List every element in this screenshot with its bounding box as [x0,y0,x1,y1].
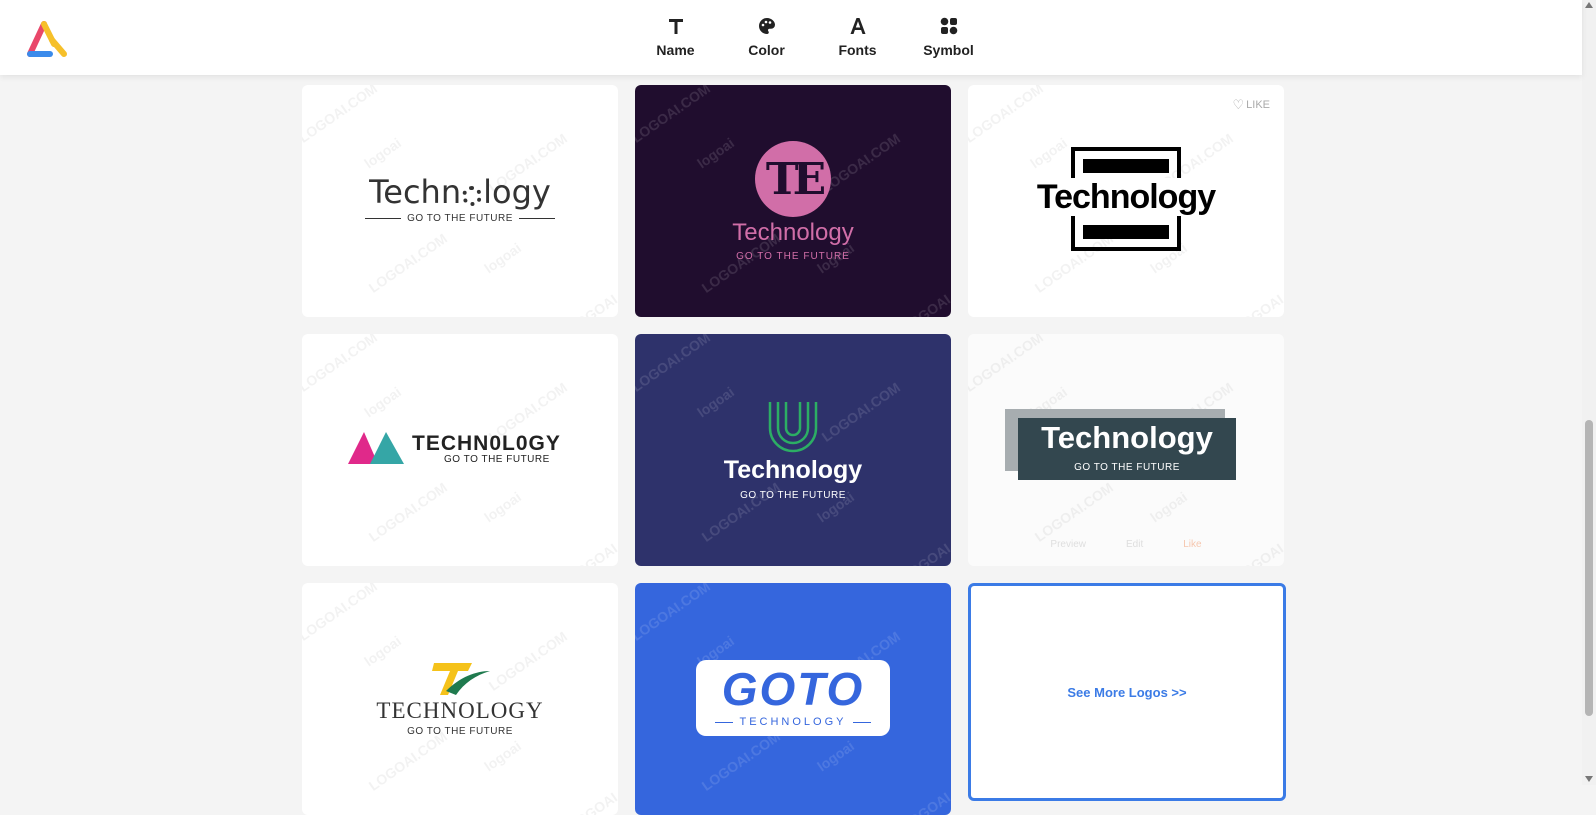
shapes-icon [940,12,958,40]
logo-card[interactable]: LOGOAI.COMlogoaiLOGOAI.COMLOGOAI.COMlogo… [302,583,618,815]
logo-tagline: GO TO THE FUTURE [407,726,513,737]
nav-fonts-label: Fonts [838,42,877,58]
logo-name: GOTO [721,663,865,715]
logo-tagline: GO TO THE FUTURE [740,490,846,501]
editor-nav: Name Color Fonts Symbol [630,12,994,58]
nav-name-label: Name [656,42,695,58]
app-logo[interactable] [24,18,70,60]
watermark-text: LOGOAI.COM [302,85,381,146]
page-scrollbar[interactable] [1582,0,1596,785]
logo-tagline: GO TO THE FUTURE [407,213,513,224]
nav-fonts[interactable]: Fonts [812,12,903,58]
card-actions: Preview Edit Like [968,539,1284,550]
watermark-text: logoai [361,134,405,172]
logo-card[interactable]: LOGOAI.COMlogoaiLOGOAI.COMLOGOAI.COMlogo… [635,583,951,815]
text-t-icon [667,12,685,40]
letter-a-icon [849,12,867,40]
logo-name: Technology [1034,178,1218,216]
monogram-circle: TE [755,141,831,217]
logo-tagline: GO TO THE FUTURE [736,251,850,262]
watermark-text: LOGOAI.COM [565,519,618,566]
see-more-label: See More Logos >> [1067,684,1187,700]
watermark-text: LOGOAI.COM [898,270,951,317]
logo-name: TECHN0L0GY [412,432,561,455]
watermark-text: LOGOAI.COM [635,334,714,395]
top-bar: Name Color Fonts Symbol [0,0,1582,75]
watermark-text: logoai [694,383,738,421]
scroll-up-arrow-icon[interactable] [1585,2,1593,8]
logo-name: Technology [723,456,863,484]
arch-lines-icon [768,402,818,453]
watermark-text: LOGOAI.COM [698,728,784,794]
gear-dots-icon [462,186,483,206]
palette-icon [758,12,776,40]
logo-card[interactable]: LOGOAI.COMlogoaiLOGOAI.COMLOGOAI.COMlogo… [635,85,951,317]
watermark-text: LOGOAI.COM [635,85,714,146]
watermark-text: LOGOAI.COM [818,379,904,445]
logo-card[interactable]: LOGOAI.COMlogoaiLOGOAI.COMLOGOAI.COMlogo… [968,85,1284,317]
watermark-text: LOGOAI.COM [635,583,714,644]
logo-name-end: logy [483,173,551,211]
watermark-text: LOGOAI.COM [818,130,904,196]
watermark-text: LOGOAI.COM [565,270,618,317]
watermark-text: LOGOAI.COM [968,85,1047,146]
watermark-text: LOGOAI.COM [565,768,618,815]
scroll-thumb[interactable] [1585,420,1593,716]
edit-button[interactable]: Edit [1126,539,1143,550]
preview-button[interactable]: Preview [1050,539,1086,550]
watermark-text: logoai [361,383,405,421]
like-label: LIKE [1246,99,1270,111]
watermark-text: logoai [361,632,405,670]
watermark-text: logoai [1147,488,1191,526]
watermark-text: LOGOAI.COM [485,628,571,694]
heart-icon: ♡ [1232,97,1245,112]
nav-symbol[interactable]: Symbol [903,12,994,58]
watermark-text: LOGOAI.COM [898,519,951,566]
see-more-logos-button[interactable]: See More Logos >> [968,583,1286,801]
watermark-text: logoai [814,737,858,775]
logo-badge: GOTO TECHNOLOGY [696,660,890,736]
watermark-text: logoai [481,737,525,775]
mountain-symbol-icon [348,432,404,464]
logo-card[interactable]: LOGOAI.COMlogoaiLOGOAI.COMLOGOAI.COMlogo… [302,334,618,566]
nav-color[interactable]: Color [721,12,812,58]
logo-card[interactable]: LOGOAI.COMlogoaiLOGOAI.COMLOGOAI.COMlogo… [635,334,951,566]
scroll-down-arrow-icon[interactable] [1585,776,1593,782]
nav-name[interactable]: Name [630,12,721,58]
watermark-text: LOGOAI.COM [1031,479,1117,545]
logo-name: TECHNOLOGY [376,698,544,723]
watermark-text: logoai [481,239,525,277]
nav-symbol-label: Symbol [923,42,974,58]
watermark-text: logoai [481,488,525,526]
logo-name: Technology [1041,420,1213,455]
watermark-text: LOGOAI.COM [698,479,784,545]
like-button[interactable]: Like [1183,539,1201,550]
watermark-text: LOGOAI.COM [968,334,1047,395]
watermark-text: logoai [1027,134,1071,172]
watermark-text: LOGOAI.COM [365,728,451,794]
watermark-text: LOGOAI.COM [302,583,381,644]
logo-card[interactable]: LOGOAI.COMlogoaiLOGOAI.COMLOGOAI.COMlogo… [968,334,1284,566]
like-button[interactable]: ♡ LIKE [1232,97,1270,113]
logo-monogram: TE [765,153,826,205]
logo-card[interactable]: LOGOAI.COMlogoaiLOGOAI.COMLOGOAI.COMlogo… [302,85,618,317]
logo-tagline: GO TO THE FUTURE [444,454,550,465]
watermark-text: logoai [694,134,738,172]
nav-color-label: Color [748,42,785,58]
watermark-text: LOGOAI.COM [302,334,381,395]
watermark-text: LOGOAI.COM [365,479,451,545]
logo-tagline: TECHNOLOGY [739,716,847,728]
logo-tagline: GO TO THE FUTURE [1074,462,1180,473]
watermark-text: LOGOAI.COM [1231,270,1284,317]
logo-name: Technology [732,219,854,246]
logo-name: Techn [369,173,462,211]
t-swoosh-icon [432,663,490,695]
watermark-text: LOGOAI.COM [898,768,951,815]
watermark-text: LOGOAI.COM [365,230,451,296]
